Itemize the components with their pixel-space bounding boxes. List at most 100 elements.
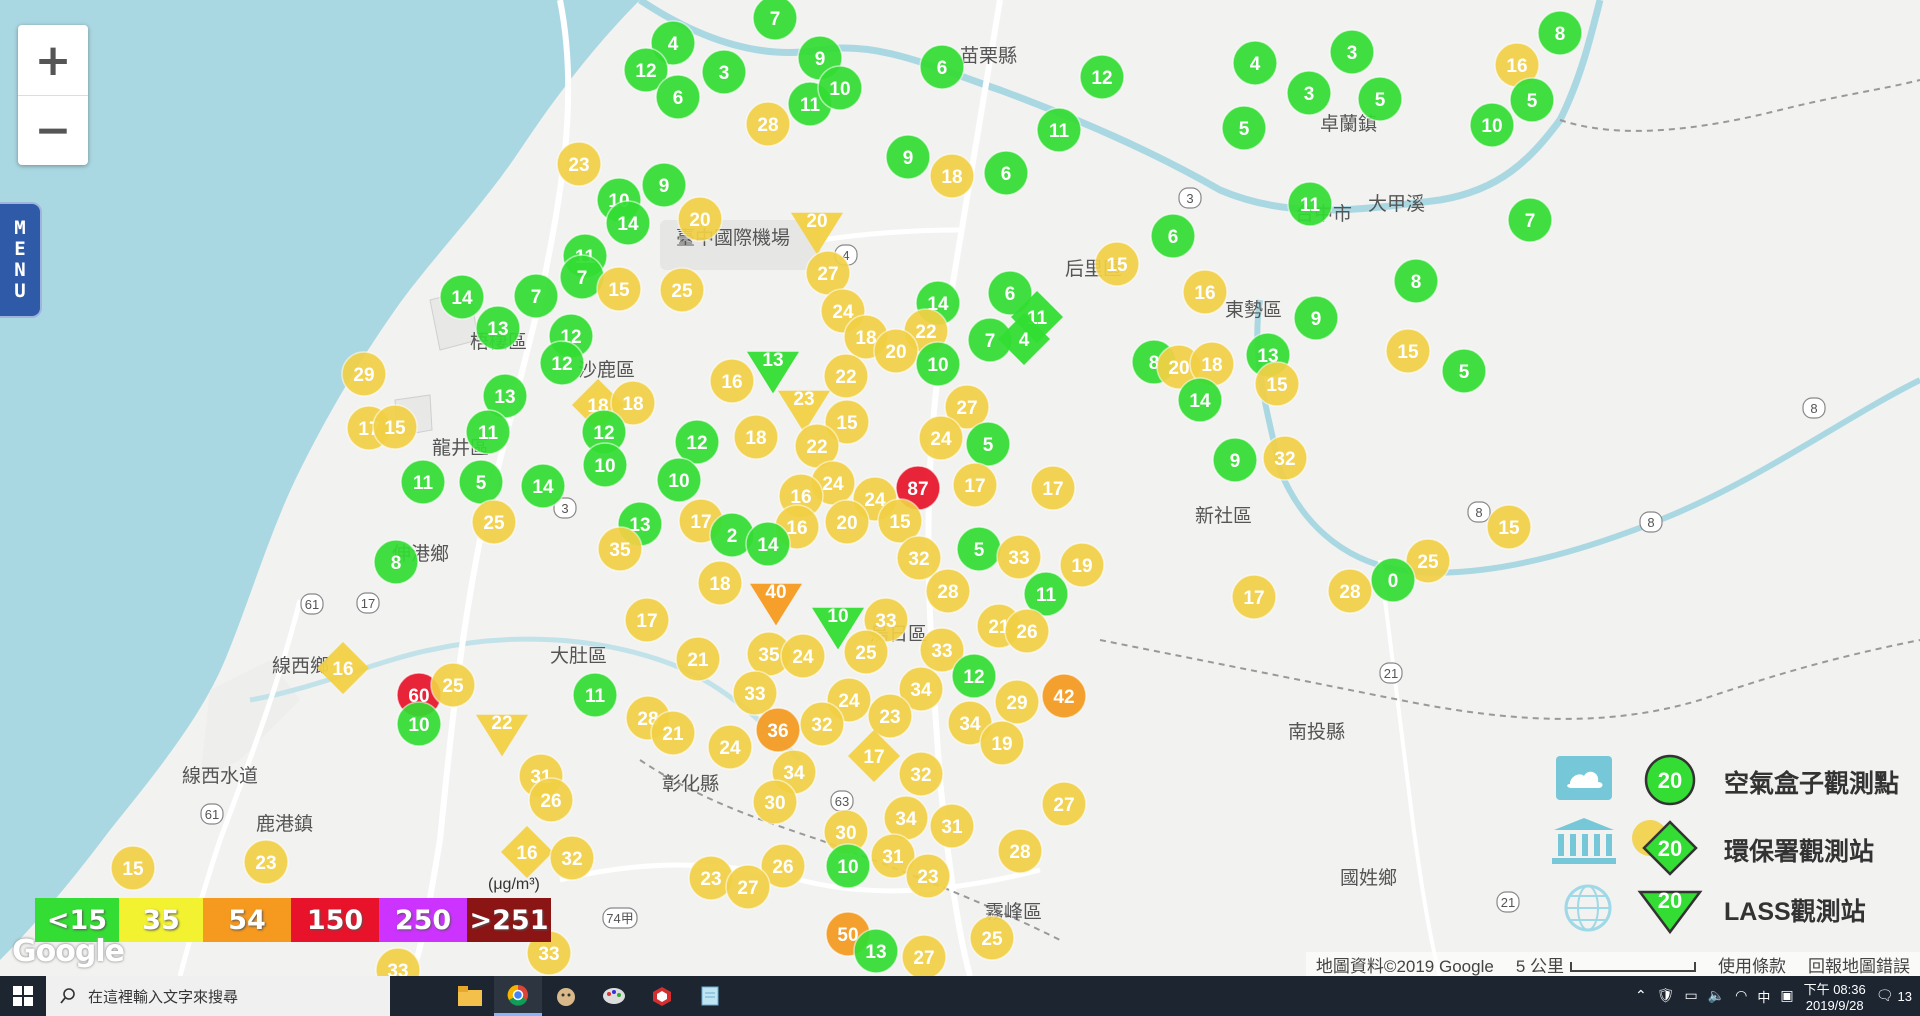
station-marker[interactable]: 23: [556, 141, 602, 187]
station-marker[interactable]: 32: [898, 751, 944, 797]
map-scale[interactable]: 5 公里: [1516, 952, 1696, 977]
station-marker[interactable]: 3: [701, 49, 747, 95]
station-marker[interactable]: 15: [372, 404, 418, 450]
station-marker[interactable]: 35: [597, 526, 643, 572]
station-marker[interactable]: 14: [439, 274, 485, 320]
station-marker[interactable]: 5: [1441, 348, 1487, 394]
station-marker[interactable]: 25: [430, 662, 476, 708]
station-marker[interactable]: 7: [752, 0, 798, 41]
station-marker[interactable]: 7: [1507, 197, 1553, 243]
station-marker[interactable]: 12: [1079, 54, 1125, 100]
taskbar-search[interactable]: 在這裡輸入文字來搜尋: [46, 976, 390, 1016]
station-marker[interactable]: 5: [1509, 77, 1555, 123]
station-marker[interactable]: 25: [471, 499, 517, 545]
station-marker[interactable]: 12: [951, 653, 997, 699]
station-marker[interactable]: 17: [624, 597, 670, 643]
station-marker[interactable]: 10: [915, 341, 961, 387]
station-marker[interactable]: 32: [799, 701, 845, 747]
station-marker[interactable]: 19: [979, 720, 1025, 766]
station-marker[interactable]: 11: [1287, 181, 1333, 227]
station-marker[interactable]: 29: [341, 351, 387, 397]
station-marker[interactable]: 25: [659, 267, 705, 313]
station-marker[interactable]: 36: [755, 707, 801, 753]
station-marker[interactable]: 17: [1030, 465, 1076, 511]
station-marker[interactable]: 15: [1486, 504, 1532, 550]
station-marker[interactable]: 30: [752, 779, 798, 825]
clock[interactable]: 下午 08:36 2019/9/28: [1804, 979, 1866, 1013]
station-marker[interactable]: 6: [655, 74, 701, 120]
app-notepad-button[interactable]: [686, 976, 734, 1016]
station-marker[interactable]: 32: [549, 835, 595, 881]
action-center-button[interactable]: 🗨 13: [1876, 988, 1912, 1004]
station-marker[interactable]: 12: [539, 340, 585, 386]
station-marker[interactable]: 6: [1150, 213, 1196, 259]
station-marker[interactable]: 3: [1286, 70, 1332, 116]
station-marker[interactable]: 18: [733, 414, 779, 460]
station-marker[interactable]: 31: [929, 803, 975, 849]
station-marker[interactable]: 8: [373, 539, 419, 585]
station-marker[interactable]: 15: [1094, 241, 1140, 287]
station-marker[interactable]: 10: [582, 442, 628, 488]
station-marker[interactable]: 11: [1036, 107, 1082, 153]
station-marker[interactable]: 13: [853, 928, 899, 974]
map-canvas[interactable]: 臺中國際機場苗栗縣卓蘭鎮東勢區新社區台中市大肚區龍井區沙鹿區線西鄉鹿港鎮南投縣國…: [0, 0, 1920, 976]
station-marker[interactable]: 18: [929, 153, 975, 199]
chrome-button[interactable]: [494, 976, 542, 1016]
station-marker[interactable]: 13: [475, 305, 521, 351]
station-marker[interactable]: 14: [520, 463, 566, 509]
station-marker[interactable]: 14: [605, 200, 651, 246]
station-marker[interactable]: 7: [513, 273, 559, 319]
station-marker[interactable]: 27: [1041, 781, 1087, 827]
station-marker[interactable]: 24: [780, 633, 826, 679]
station-marker[interactable]: 11: [400, 459, 446, 505]
zoom-in-button[interactable]: +: [18, 25, 88, 95]
station-marker[interactable]: 42: [1041, 673, 1087, 719]
station-marker[interactable]: 8: [1537, 10, 1583, 56]
station-marker[interactable]: 9: [885, 134, 931, 180]
station-marker[interactable]: 3: [1329, 29, 1375, 75]
app-sketchup-button[interactable]: [638, 976, 686, 1016]
station-marker[interactable]: 10: [817, 65, 863, 111]
station-marker[interactable]: 27: [725, 864, 771, 910]
station-marker[interactable]: 40: [750, 582, 802, 626]
station-marker[interactable]: 13: [747, 350, 799, 394]
station-marker[interactable]: 9: [1293, 295, 1339, 341]
station-marker[interactable]: 25: [843, 629, 889, 675]
network-icon[interactable]: ▭: [1684, 988, 1697, 1004]
station-marker[interactable]: 9: [641, 162, 687, 208]
zoom-out-button[interactable]: −: [18, 95, 88, 165]
volume-icon[interactable]: 🔈: [1708, 988, 1725, 1004]
station-marker[interactable]: 16: [501, 826, 553, 878]
station-marker[interactable]: 16: [317, 642, 369, 694]
station-marker[interactable]: 28: [925, 568, 971, 614]
station-marker[interactable]: 28: [1327, 568, 1373, 614]
station-marker[interactable]: 22: [476, 713, 528, 757]
station-marker[interactable]: 23: [905, 853, 951, 899]
station-marker[interactable]: 10: [656, 457, 702, 503]
app-mascot-button[interactable]: [542, 976, 590, 1016]
station-marker[interactable]: 14: [1177, 377, 1223, 423]
station-marker[interactable]: 18: [697, 560, 743, 606]
station-marker[interactable]: 15: [1254, 361, 1300, 407]
input-method-icon[interactable]: ▣: [1780, 988, 1793, 1004]
menu-button[interactable]: MENU: [0, 202, 42, 318]
station-marker[interactable]: 5: [1357, 76, 1403, 122]
station-marker[interactable]: 16: [1182, 269, 1228, 315]
station-marker[interactable]: 27: [901, 934, 947, 976]
station-marker[interactable]: 8: [1393, 258, 1439, 304]
station-marker[interactable]: 19: [1059, 542, 1105, 588]
station-marker[interactable]: 26: [528, 777, 574, 823]
station-marker[interactable]: 6: [919, 44, 965, 90]
station-marker[interactable]: 16: [709, 358, 755, 404]
station-marker[interactable]: 17: [952, 462, 998, 508]
station-marker[interactable]: 33: [732, 670, 778, 716]
station-marker[interactable]: 4: [1232, 40, 1278, 86]
terms-link[interactable]: 使用條款: [1718, 952, 1786, 977]
station-marker[interactable]: 10: [825, 843, 871, 889]
security-icon[interactable]: 🛡: [1657, 988, 1675, 1004]
report-error-link[interactable]: 回報地圖錯誤: [1808, 952, 1910, 977]
station-marker[interactable]: 14: [745, 521, 791, 567]
station-marker[interactable]: 11: [465, 409, 511, 455]
station-marker[interactable]: 32: [1262, 435, 1308, 481]
station-marker[interactable]: 28: [745, 101, 791, 147]
